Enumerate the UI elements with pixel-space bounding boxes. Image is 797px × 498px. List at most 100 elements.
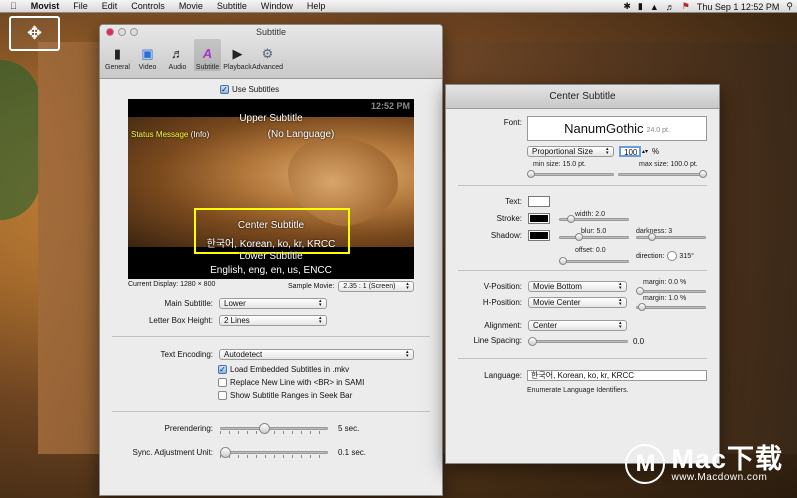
size-stepper[interactable]: ▴▾ [642,148,648,155]
watermark-circle: M [625,444,666,484]
vpos-select[interactable]: Movie Bottom [528,281,627,292]
enumerate-hint: Enumerate Language Identifiers. [527,387,629,394]
line-spacing-value: 0.0 [633,337,645,346]
tab-general[interactable]: ▮ General [104,39,131,72]
watermark-title: Mac下载 [671,443,783,474]
line-spacing-slider[interactable] [528,336,628,347]
spotlight-icon[interactable]: ⚲ [786,1,793,12]
direction-label: direction: [636,252,665,260]
preview-upper-subtitle: Upper Subtitle [239,113,303,124]
shadow-row: Shadow: [446,230,550,241]
hpos-select[interactable]: Movie Center [528,297,627,308]
vpos-row: V-Position: Movie Bottom [446,281,627,292]
sync-knob[interactable] [220,447,231,458]
tab-audio[interactable]: ♬ Audio [164,39,191,71]
vpos-label: V-Position: [483,282,522,291]
prerendering-slider[interactable] [220,423,328,434]
status-text: Status Message [131,130,189,139]
use-subtitles-checkbox[interactable]: ✓ [220,85,229,94]
watermark-url: www.Macdown.com [671,471,768,483]
center-subtitle-highlight[interactable] [194,208,350,254]
margin-h-slider[interactable] [636,302,706,313]
use-subtitles-label: Use Subtitles [232,85,280,94]
tab-subtitle[interactable]: A Subtitle [194,39,221,71]
letterbox-select[interactable]: 2 Lines [219,315,327,326]
shadow-color-well[interactable] [528,230,550,241]
tab-label: General [105,64,130,71]
sync-label: Sync. Adjustment Unit: [132,448,213,457]
menu-file[interactable]: File [66,0,95,13]
shadow-label: Shadow: [490,231,522,240]
text-encoding-row: Text Encoding: Autodetect [100,349,414,360]
offset-label: offset: 0.0 [575,247,606,254]
tab-label: Advanced [251,64,284,71]
airplay-icon[interactable]: ▲ [650,2,659,12]
stroke-color-well[interactable] [528,213,550,224]
menu-movie[interactable]: Movie [172,0,210,13]
subtitle-preview: 12:52 PM Upper Subtitle (No Language) St… [128,99,414,279]
sample-movie-row: Sample Movie: 2.35 : 1 (Screen) [288,281,415,292]
menu-help[interactable]: Help [300,0,333,13]
window-titlebar: Subtitle ▮ General ▣ Video ♬ Audio A Subtitl… [100,25,442,79]
prerendering-value: 5 sec. [338,424,360,433]
tab-label: Subtitle [195,64,220,71]
menu-controls[interactable]: Controls [124,0,172,13]
alignment-select[interactable]: Center [528,320,627,331]
current-display: Current Display: 1280 × 800 [128,281,216,288]
flag-icon[interactable]: ⚑ [682,1,690,12]
text-encoding-select[interactable]: Autodetect [219,349,414,360]
font-preview-button[interactable]: NanumGothic 24.0 pt. [527,116,707,141]
tab-playback[interactable]: ▶ Playback [223,39,251,72]
load-mkv-row: ✓ Load Embedded Subtitles in .mkv [218,365,349,374]
size-mode-select[interactable]: Proportional Size [527,146,614,157]
letterbox-label: Letter Box Height: [148,316,213,325]
tab-video[interactable]: ▣ Video [134,39,161,72]
language-row: Language: 한국어, Korean, ko, kr, KRCC [446,370,707,381]
sample-movie-select[interactable]: 2.35 : 1 (Screen) [338,281,415,292]
margin-v-label: margin: 0.0 % [643,279,687,286]
offset-slider[interactable] [559,256,629,267]
text-color-fill [530,198,548,205]
text-color-well[interactable] [528,196,550,207]
menu-window[interactable]: Window [254,0,300,13]
menu-app-name[interactable]: Movist [24,0,67,13]
show-ranges-checkbox[interactable] [218,391,227,400]
prerendering-knob[interactable] [258,423,270,434]
menu-subtitle[interactable]: Subtitle [210,0,254,13]
hpos-row: H-Position: Movie Center [446,297,627,308]
darkness-slider[interactable] [636,232,706,243]
bluetooth-icon[interactable]: ✱ [623,1,631,12]
replace-br-checkbox[interactable] [218,378,227,387]
subtitle-preferences-window: Subtitle ▮ General ▣ Video ♬ Audio A Subtitl… [99,24,443,496]
volume-icon[interactable]: ♬ [666,2,675,12]
monitor-icon: ▣ [141,45,154,61]
hpos-label: H-Position: [482,298,522,307]
main-subtitle-label: Main Subtitle: [164,299,213,308]
apple-icon[interactable]:  [0,0,24,13]
text-encoding-label: Text Encoding: [160,350,213,359]
battery-icon[interactable]: ▮ [638,1,643,12]
main-subtitle-select[interactable]: Lower [219,298,327,309]
language-input[interactable]: 한국어, Korean, ko, kr, KRCC [527,370,707,381]
size-value-field[interactable]: 100 [619,146,641,157]
fullscreen-arrows-icon[interactable]: ✥ [9,16,60,51]
replace-br-label: Replace New Line with <BR> in SAMI [230,378,365,387]
replace-br-row: Replace New Line with <BR> in SAMI [218,378,364,387]
line-spacing-row: Line Spacing: [446,336,522,345]
menu-edit[interactable]: Edit [95,0,125,13]
min-size-slider[interactable] [527,169,614,180]
preview-clock: 12:52 PM [370,101,410,111]
prerendering-label: Prerendering: [164,424,213,433]
menu-clock[interactable]: Thu Sep 1 12:52 PM [697,2,780,12]
size-row: Proportional Size 100 ▴▾ % [527,146,659,157]
direction-value: 315° [679,252,694,260]
blur-slider[interactable] [559,232,629,243]
direction-dial-icon[interactable] [667,251,678,261]
sync-slider[interactable] [220,447,328,458]
stroke-width-slider[interactable] [559,214,629,225]
center-subtitle-panel: Center Subtitle Font: NanumGothic 24.0 p… [445,84,720,464]
max-size-slider[interactable] [618,169,707,180]
tab-advanced[interactable]: ⚙ Advanced [251,39,284,72]
stroke-label: Stroke: [496,214,522,223]
load-mkv-checkbox[interactable]: ✓ [218,365,227,374]
